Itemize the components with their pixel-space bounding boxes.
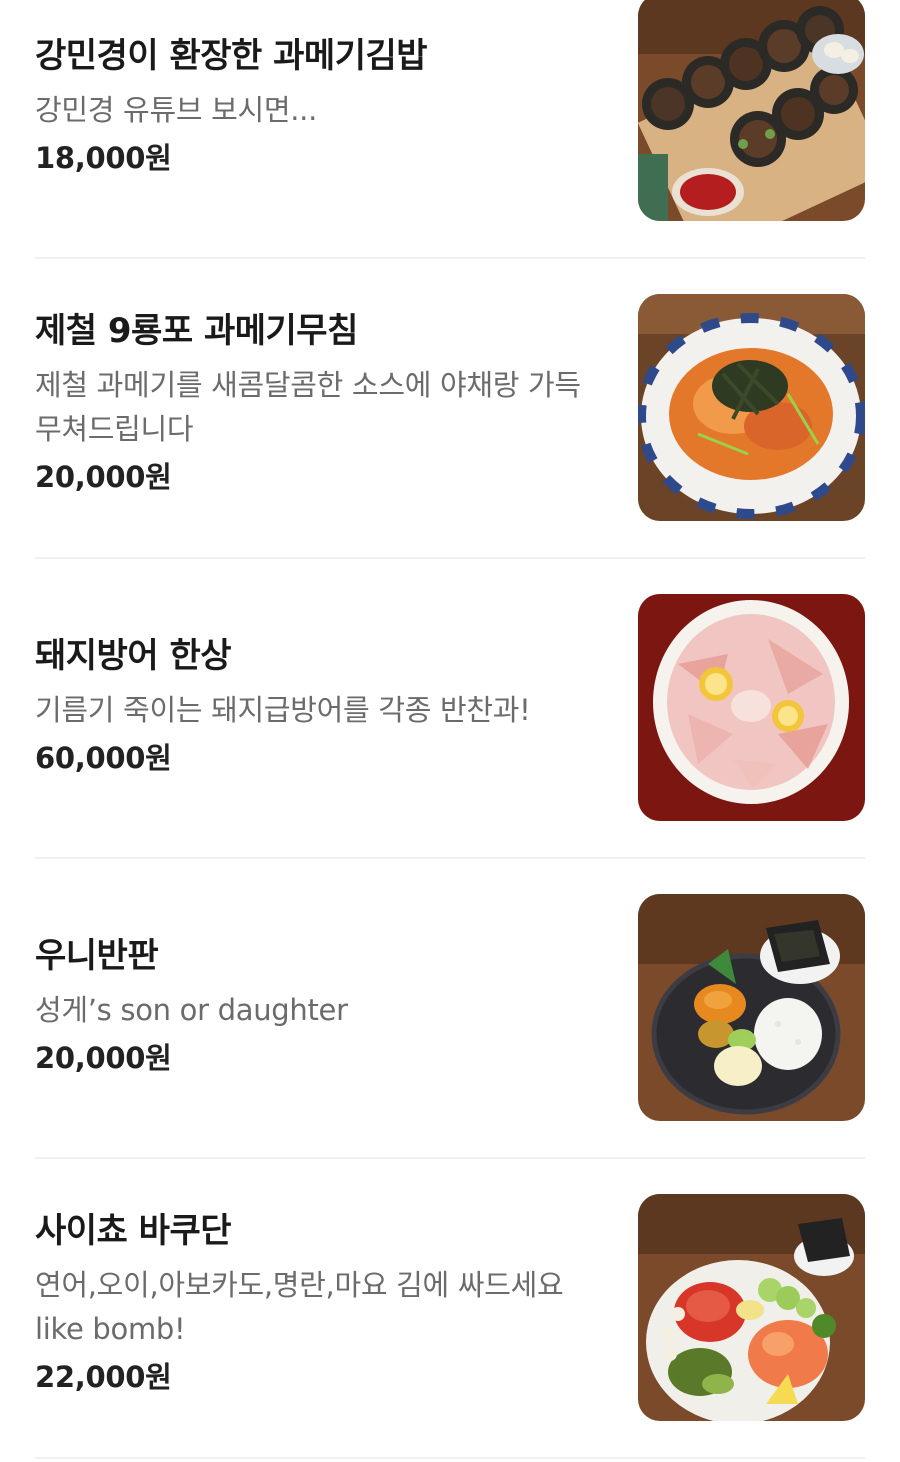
- menu-item-description: 기름기 죽이는 돼지급방어를 각종 반찬과!: [35, 693, 531, 727]
- menu-item-name: 돼지방어 한상: [35, 636, 232, 676]
- menu-item-uni[interactable]: 우니반판 성게’s son or daughter 20,000원: [35, 859, 865, 1157]
- menu-item-description: 성게’s son or daughter: [35, 993, 348, 1027]
- menu-item-text: 강민경이 환장한 과메기김밥 강민경 유튜브 보시면... 18,000원: [35, 34, 595, 178]
- menu-item-photo[interactable]: [638, 294, 865, 521]
- menu-item-price: 20,000원: [35, 460, 172, 494]
- menu-item-gwamegi-salad[interactable]: 제철 9룡포 과메기무침 제철 과메기를 새콤달콤한 소스에 야채랑 가득 무쳐…: [35, 259, 865, 557]
- gimbap-photo: [638, 0, 865, 221]
- menu-item-text: 사이쵸 바쿠단 연어,오이,아보카도,명란,마요 김에 싸드세요 like bo…: [35, 1209, 595, 1397]
- menu-item-photo[interactable]: [638, 894, 865, 1121]
- menu-list: 강민경이 환장한 과메기김밥 강민경 유튜브 보시면... 18,000원 제철…: [0, 0, 900, 1462]
- gwamegi-salad-photo: [638, 294, 865, 521]
- menu-item-price: 20,000원: [35, 1041, 172, 1075]
- menu-item-text: 제철 9룡포 과메기무침 제철 과메기를 새콤달콤한 소스에 야채랑 가득 무쳐…: [35, 309, 595, 497]
- menu-item-yellowtail[interactable]: 돼지방어 한상 기름기 죽이는 돼지급방어를 각종 반찬과! 60,000원: [35, 559, 865, 857]
- menu-item-description: 제철 과메기를 새콤달콤한 소스에 야채랑 가득 무쳐드립니다: [35, 368, 581, 446]
- menu-item-price: 60,000원: [35, 741, 172, 775]
- menu-item-price: 22,000원: [35, 1360, 172, 1394]
- bakudan-bowl-photo: [638, 1194, 865, 1421]
- menu-item-gimbap[interactable]: 강민경이 환장한 과메기김밥 강민경 유튜브 보시면... 18,000원: [35, 0, 865, 258]
- menu-item-bakudan[interactable]: 사이쵸 바쿠단 연어,오이,아보카도,명란,마요 김에 싸드세요 like bo…: [35, 1159, 865, 1457]
- menu-item-photo[interactable]: [638, 1194, 865, 1421]
- menu-item-name: 제철 9룡포 과메기무침: [35, 311, 358, 351]
- menu-item-photo[interactable]: [638, 0, 865, 221]
- menu-item-name: 사이쵸 바쿠단: [35, 1211, 232, 1251]
- menu-item-price: 18,000원: [35, 141, 172, 175]
- uni-plate-photo: [638, 894, 865, 1121]
- menu-item-text: 우니반판 성게’s son or daughter 20,000원: [35, 934, 595, 1078]
- menu-item-photo[interactable]: [638, 594, 865, 821]
- menu-divider: [35, 1457, 865, 1459]
- menu-item-description: 강민경 유튜브 보시면...: [35, 93, 318, 127]
- menu-item-name: 우니반판: [35, 936, 159, 976]
- menu-item-name: 강민경이 환장한 과메기김밥: [35, 36, 428, 76]
- menu-item-text: 돼지방어 한상 기름기 죽이는 돼지급방어를 각종 반찬과! 60,000원: [35, 634, 595, 778]
- yellowtail-sashimi-photo: [638, 594, 865, 821]
- menu-item-description: 연어,오이,아보카도,명란,마요 김에 싸드세요 like bomb!: [35, 1268, 564, 1346]
